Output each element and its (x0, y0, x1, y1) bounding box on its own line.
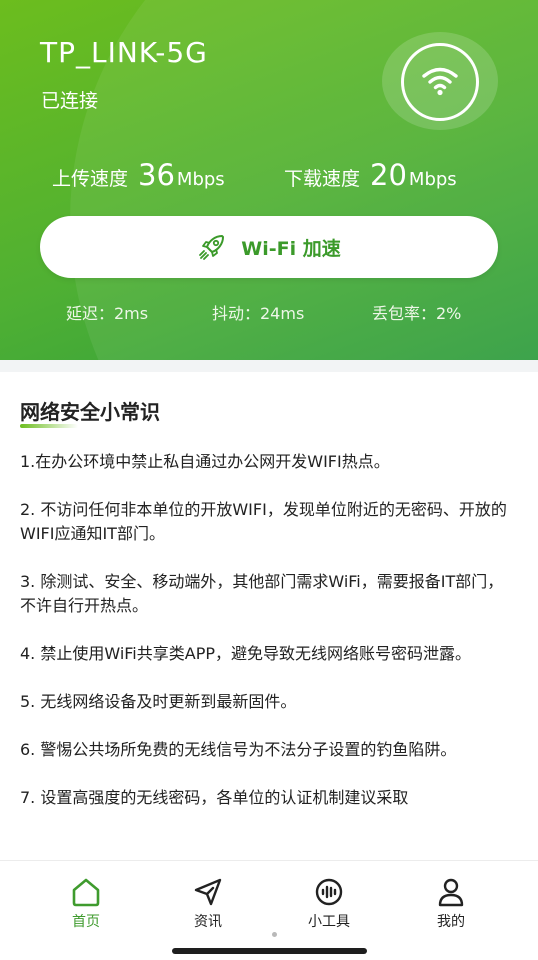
download-speed-value: 20 (370, 158, 407, 192)
upload-speed-value: 36 (138, 158, 175, 192)
list-item: 2. 不访问任何非本单位的开放WIFI，发现单位附近的无密码、开放的WIFI应通… (20, 500, 507, 543)
wifi-icon (422, 67, 458, 96)
tab-home[interactable]: 首页 (41, 877, 131, 931)
wifi-status-button[interactable] (401, 43, 479, 121)
list-item: 3. 除测试、安全、移动端外，其他部门需求WiFi，需要报备IT部门，不许自行开… (20, 572, 504, 615)
list-item: 4. 禁止使用WiFi共享类APP，避免导致无线网络账号密码泄露。 (20, 644, 471, 663)
list-item: 6. 警惕公共场所免费的无线信号为不法分子设置的钓鱼陷阱。 (20, 740, 457, 759)
tips-list: 1.在办公环境中禁止私自通过办公网开发WIFI热点。 2. 不访问任何非本单位的… (20, 450, 512, 834)
tab-news[interactable]: 资讯 (163, 877, 253, 931)
upload-speed-unit: Mbps (176, 169, 225, 190)
title-underline (20, 424, 78, 428)
toolbox-icon (315, 878, 343, 906)
packet-loss-stat: 丢包率：2% (372, 304, 462, 323)
upload-speed-label: 上传速度 (52, 168, 129, 190)
tab-label: 资讯 (194, 914, 222, 930)
wifi-boost-label: Wi-Fi 加速 (241, 237, 341, 260)
network-ssid: TP_LINK-5G (40, 36, 208, 69)
rocket-icon (197, 232, 227, 262)
tab-label: 小工具 (308, 914, 350, 930)
network-header: TP_LINK-5G 已连接 上传速度 36 Mbps 下载速度 20 Mbps (0, 0, 538, 360)
tab-label: 我的 (437, 914, 465, 930)
download-speed-unit: Mbps (408, 169, 457, 190)
security-tips-section[interactable]: 网络安全小常识 1.在办公环境中禁止私自通过办公网开发WIFI热点。 2. 不访… (0, 372, 538, 858)
page-indicator-dot (272, 932, 277, 937)
download-speed: 下载速度 20 Mbps (284, 158, 457, 192)
list-item: 7. 设置高强度的无线密码，各单位的认证机制建议采取 (20, 788, 409, 807)
connection-status: 已连接 (41, 90, 99, 112)
home-indicator[interactable] (172, 948, 367, 954)
tab-label: 首页 (72, 914, 100, 930)
list-item: 1.在办公环境中禁止私自通过办公网开发WIFI热点。 (20, 452, 390, 471)
upload-speed: 上传速度 36 Mbps (52, 158, 225, 192)
tab-profile[interactable]: 我的 (406, 877, 496, 931)
user-icon (438, 878, 464, 907)
tab-tools[interactable]: 小工具 (284, 877, 374, 931)
section-divider (0, 360, 538, 372)
wifi-boost-button[interactable]: Wi-Fi 加速 (40, 216, 498, 278)
latency-stat: 延迟：2ms (66, 304, 149, 323)
bottom-tab-bar: 首页 资讯 小工具 我的 (0, 860, 538, 960)
jitter-stat: 抖动：24ms (212, 304, 305, 323)
section-title: 网络安全小常识 (20, 400, 160, 424)
home-icon (72, 878, 100, 907)
download-speed-label: 下载速度 (284, 168, 361, 190)
send-icon (194, 878, 222, 906)
list-item: 5. 无线网络设备及时更新到最新固件。 (20, 692, 297, 711)
